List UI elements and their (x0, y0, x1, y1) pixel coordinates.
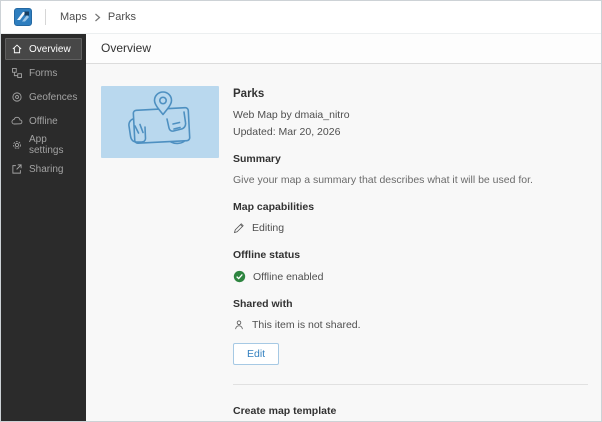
item-type-owner: Web Map by dmaia_nitro (233, 109, 350, 121)
capability-editing-label: Editing (252, 222, 285, 234)
sidebar-item-label: Overview (29, 43, 71, 55)
summary-heading: Summary (233, 153, 281, 165)
item-updated-date: Updated: Mar 20, 2026 (233, 126, 341, 138)
field-maps-logo-icon[interactable] (14, 8, 32, 26)
offline-status-text: Offline enabled (253, 270, 324, 283)
field-maps-window: Maps Parks Overview Forms Geofences Offl… (0, 0, 602, 422)
sidebar-item-label: Geofences (29, 91, 78, 103)
item-title: Parks (233, 88, 265, 100)
create-template-heading: Create map template (233, 405, 337, 417)
overview-content: Parks Web Map by dmaia_nitro Updated: Ma… (86, 64, 601, 421)
sidebar-item-forms[interactable]: Forms (5, 62, 82, 84)
sidebar-item-geofences[interactable]: Geofences (5, 86, 82, 108)
sidebar-item-label: Offline (29, 115, 58, 127)
offline-status-row: Offline enabled (233, 270, 588, 283)
sidebar-item-overview[interactable]: Overview (5, 38, 82, 60)
forms-icon (11, 67, 23, 79)
map-thumbnail[interactable] (101, 86, 219, 158)
main-panel: Overview Parks Web Map by dmaia_nitro Up… (86, 33, 601, 421)
section-divider (233, 384, 588, 385)
gear-icon (11, 139, 23, 151)
breadcrumb-current-page: Parks (107, 11, 137, 23)
check-circle-icon (233, 270, 246, 283)
app-header: Maps Parks (1, 1, 601, 34)
shared-with-heading: Shared with (233, 298, 293, 310)
person-icon (233, 319, 245, 331)
sidebar-item-label: Sharing (29, 163, 64, 175)
chevron-right-icon (94, 13, 101, 22)
item-details: Parks Web Map by dmaia_nitro Updated: Ma… (233, 86, 588, 421)
map-capabilities-heading: Map capabilities (233, 201, 315, 213)
header-divider (45, 9, 46, 25)
sidebar-item-sharing[interactable]: Sharing (5, 158, 82, 180)
share-icon (11, 163, 23, 175)
offline-cloud-icon (11, 115, 23, 127)
shared-with-row: This item is not shared. (233, 319, 588, 331)
page-title: Overview (101, 41, 152, 55)
page-header-bar: Overview (86, 33, 601, 64)
edit-button[interactable]: Edit (233, 343, 280, 365)
shared-with-text: This item is not shared. (252, 319, 361, 331)
sidebar-item-offline[interactable]: Offline (5, 110, 82, 132)
capability-editing-row: Editing (233, 222, 588, 234)
sidebar-item-app-settings[interactable]: App settings (5, 134, 82, 156)
sidebar-nav: Overview Forms Geofences Offline App set (1, 33, 86, 421)
pencil-icon (233, 222, 245, 234)
breadcrumb: Maps Parks (60, 11, 136, 23)
offline-status-heading: Offline status (233, 249, 301, 261)
sidebar-item-label: Forms (29, 67, 58, 79)
home-icon (11, 43, 23, 55)
breadcrumb-maps-link[interactable]: Maps (60, 11, 87, 23)
summary-placeholder-text: Give your map a summary that describes w… (233, 174, 533, 186)
geofences-icon (11, 91, 23, 103)
sidebar-item-label: App settings (29, 134, 64, 156)
